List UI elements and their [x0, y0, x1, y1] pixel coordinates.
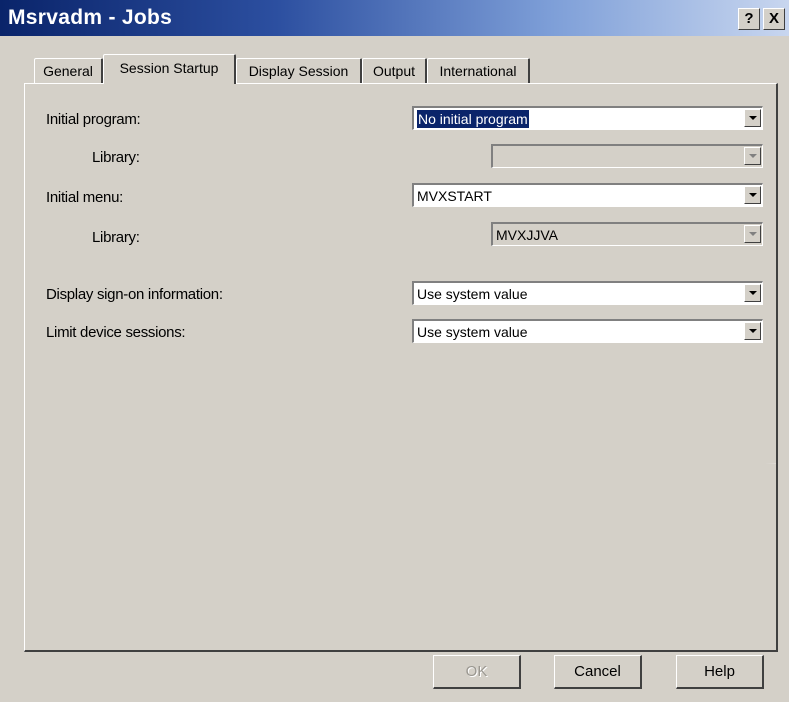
display-signon-combo[interactable]: Use system value [412, 281, 763, 305]
tab-output[interactable]: Output [362, 58, 427, 83]
initial-menu-combo[interactable]: MVXSTART [412, 183, 763, 207]
cancel-button[interactable]: Cancel [554, 655, 642, 689]
limit-sessions-label: Limit device sessions: [46, 324, 186, 341]
help-button[interactable]: Help [676, 655, 764, 689]
display-signon-value: Use system value [417, 286, 528, 302]
background-swoosh [585, 84, 776, 464]
initial-menu-value: MVXSTART [417, 188, 492, 204]
initial-menu-label: Initial menu: [46, 189, 123, 206]
chevron-down-icon[interactable] [744, 109, 761, 127]
menu-library-combo[interactable]: MVXJJVA [491, 222, 763, 246]
tab-display-session[interactable]: Display Session [236, 58, 362, 83]
ok-button[interactable]: OK [433, 655, 521, 689]
dialog-window: Msrvadm - Jobs ? X General Session Start… [0, 0, 789, 702]
chevron-down-icon[interactable] [744, 186, 761, 204]
limit-sessions-combo[interactable]: Use system value [412, 319, 763, 343]
chevron-down-icon[interactable] [744, 147, 761, 165]
tab-international[interactable]: International [427, 58, 530, 83]
chevron-down-icon[interactable] [744, 225, 761, 243]
chevron-down-icon[interactable] [744, 322, 761, 340]
initial-program-combo[interactable]: No initial program [412, 106, 763, 130]
initial-program-label: Initial program: [46, 111, 141, 128]
chevron-down-icon[interactable] [744, 284, 761, 302]
limit-sessions-value: Use system value [417, 324, 528, 340]
initial-program-value: No initial program [417, 110, 529, 128]
program-library-combo[interactable] [491, 144, 763, 168]
program-library-label: Library: [92, 149, 140, 166]
tab-panel: Initial program: No initial program Libr… [24, 83, 778, 652]
display-signon-label: Display sign-on information: [46, 286, 223, 303]
tab-general[interactable]: General [34, 58, 103, 83]
close-title-button[interactable]: X [763, 8, 785, 30]
menu-library-value: MVXJJVA [496, 227, 558, 243]
tab-session-startup[interactable]: Session Startup [103, 54, 236, 84]
menu-library-label: Library: [92, 229, 140, 246]
help-title-button[interactable]: ? [738, 8, 760, 30]
window-title: Msrvadm - Jobs [8, 6, 173, 29]
title-bar[interactable]: Msrvadm - Jobs ? X [0, 0, 789, 36]
